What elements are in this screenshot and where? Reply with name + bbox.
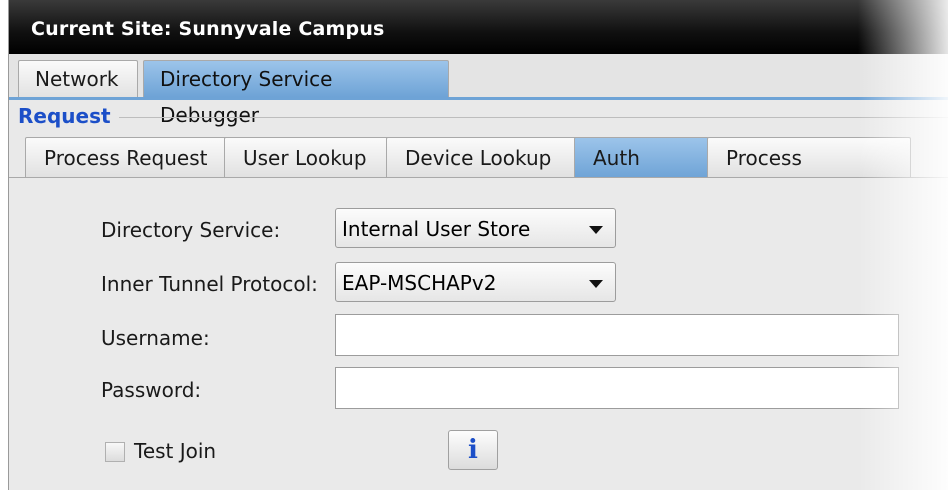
chevron-down-icon (589, 226, 603, 234)
app-window: Current Site: Sunnyvale Campus Network D… (8, 0, 948, 490)
tab-auth-user[interactable]: Auth User (574, 137, 709, 210)
auth-user-panel: Directory Service: Internal User Store I… (9, 178, 948, 490)
tab-user-lookup[interactable]: User Lookup (224, 137, 389, 178)
section-title-request: Request (18, 104, 117, 128)
inner-tunnel-protocol-value: EAP-MSCHAPv2 (342, 271, 497, 295)
password-label: Password: (101, 378, 202, 402)
tab-device-lookup[interactable]: Device Lookup (386, 137, 578, 178)
top-tab-underline (9, 97, 948, 100)
test-join-checkbox[interactable] (105, 442, 125, 462)
request-tab-bar: Process Request User Lookup Device Looku… (9, 134, 948, 210)
test-join-label: Test Join (134, 439, 217, 463)
directory-service-select[interactable]: Internal User Store (335, 208, 616, 248)
username-field[interactable] (335, 314, 899, 356)
top-tab-bar: Network Directory Service Debugger (9, 54, 948, 127)
username-label: Username: (101, 326, 210, 350)
password-field[interactable] (335, 367, 899, 409)
tab-directory-service-debugger[interactable]: Directory Service Debugger (143, 60, 449, 127)
tab-network[interactable]: Network (18, 60, 138, 97)
inner-tunnel-protocol-label: Inner Tunnel Protocol: (101, 272, 318, 296)
section-divider (119, 117, 948, 118)
tab-process-kerberos[interactable]: Process Kerberos (707, 137, 911, 210)
title-bar: Current Site: Sunnyvale Campus (9, 0, 948, 54)
directory-service-label: Directory Service: (101, 218, 281, 242)
inner-tunnel-protocol-select[interactable]: EAP-MSCHAPv2 (335, 262, 616, 302)
info-button[interactable]: i (448, 430, 498, 470)
chevron-down-icon (589, 280, 603, 288)
info-icon: i (468, 435, 478, 465)
tab-process-request[interactable]: Process Request (25, 137, 231, 178)
directory-service-value: Internal User Store (342, 217, 531, 241)
current-site-title: Current Site: Sunnyvale Campus (31, 18, 385, 40)
